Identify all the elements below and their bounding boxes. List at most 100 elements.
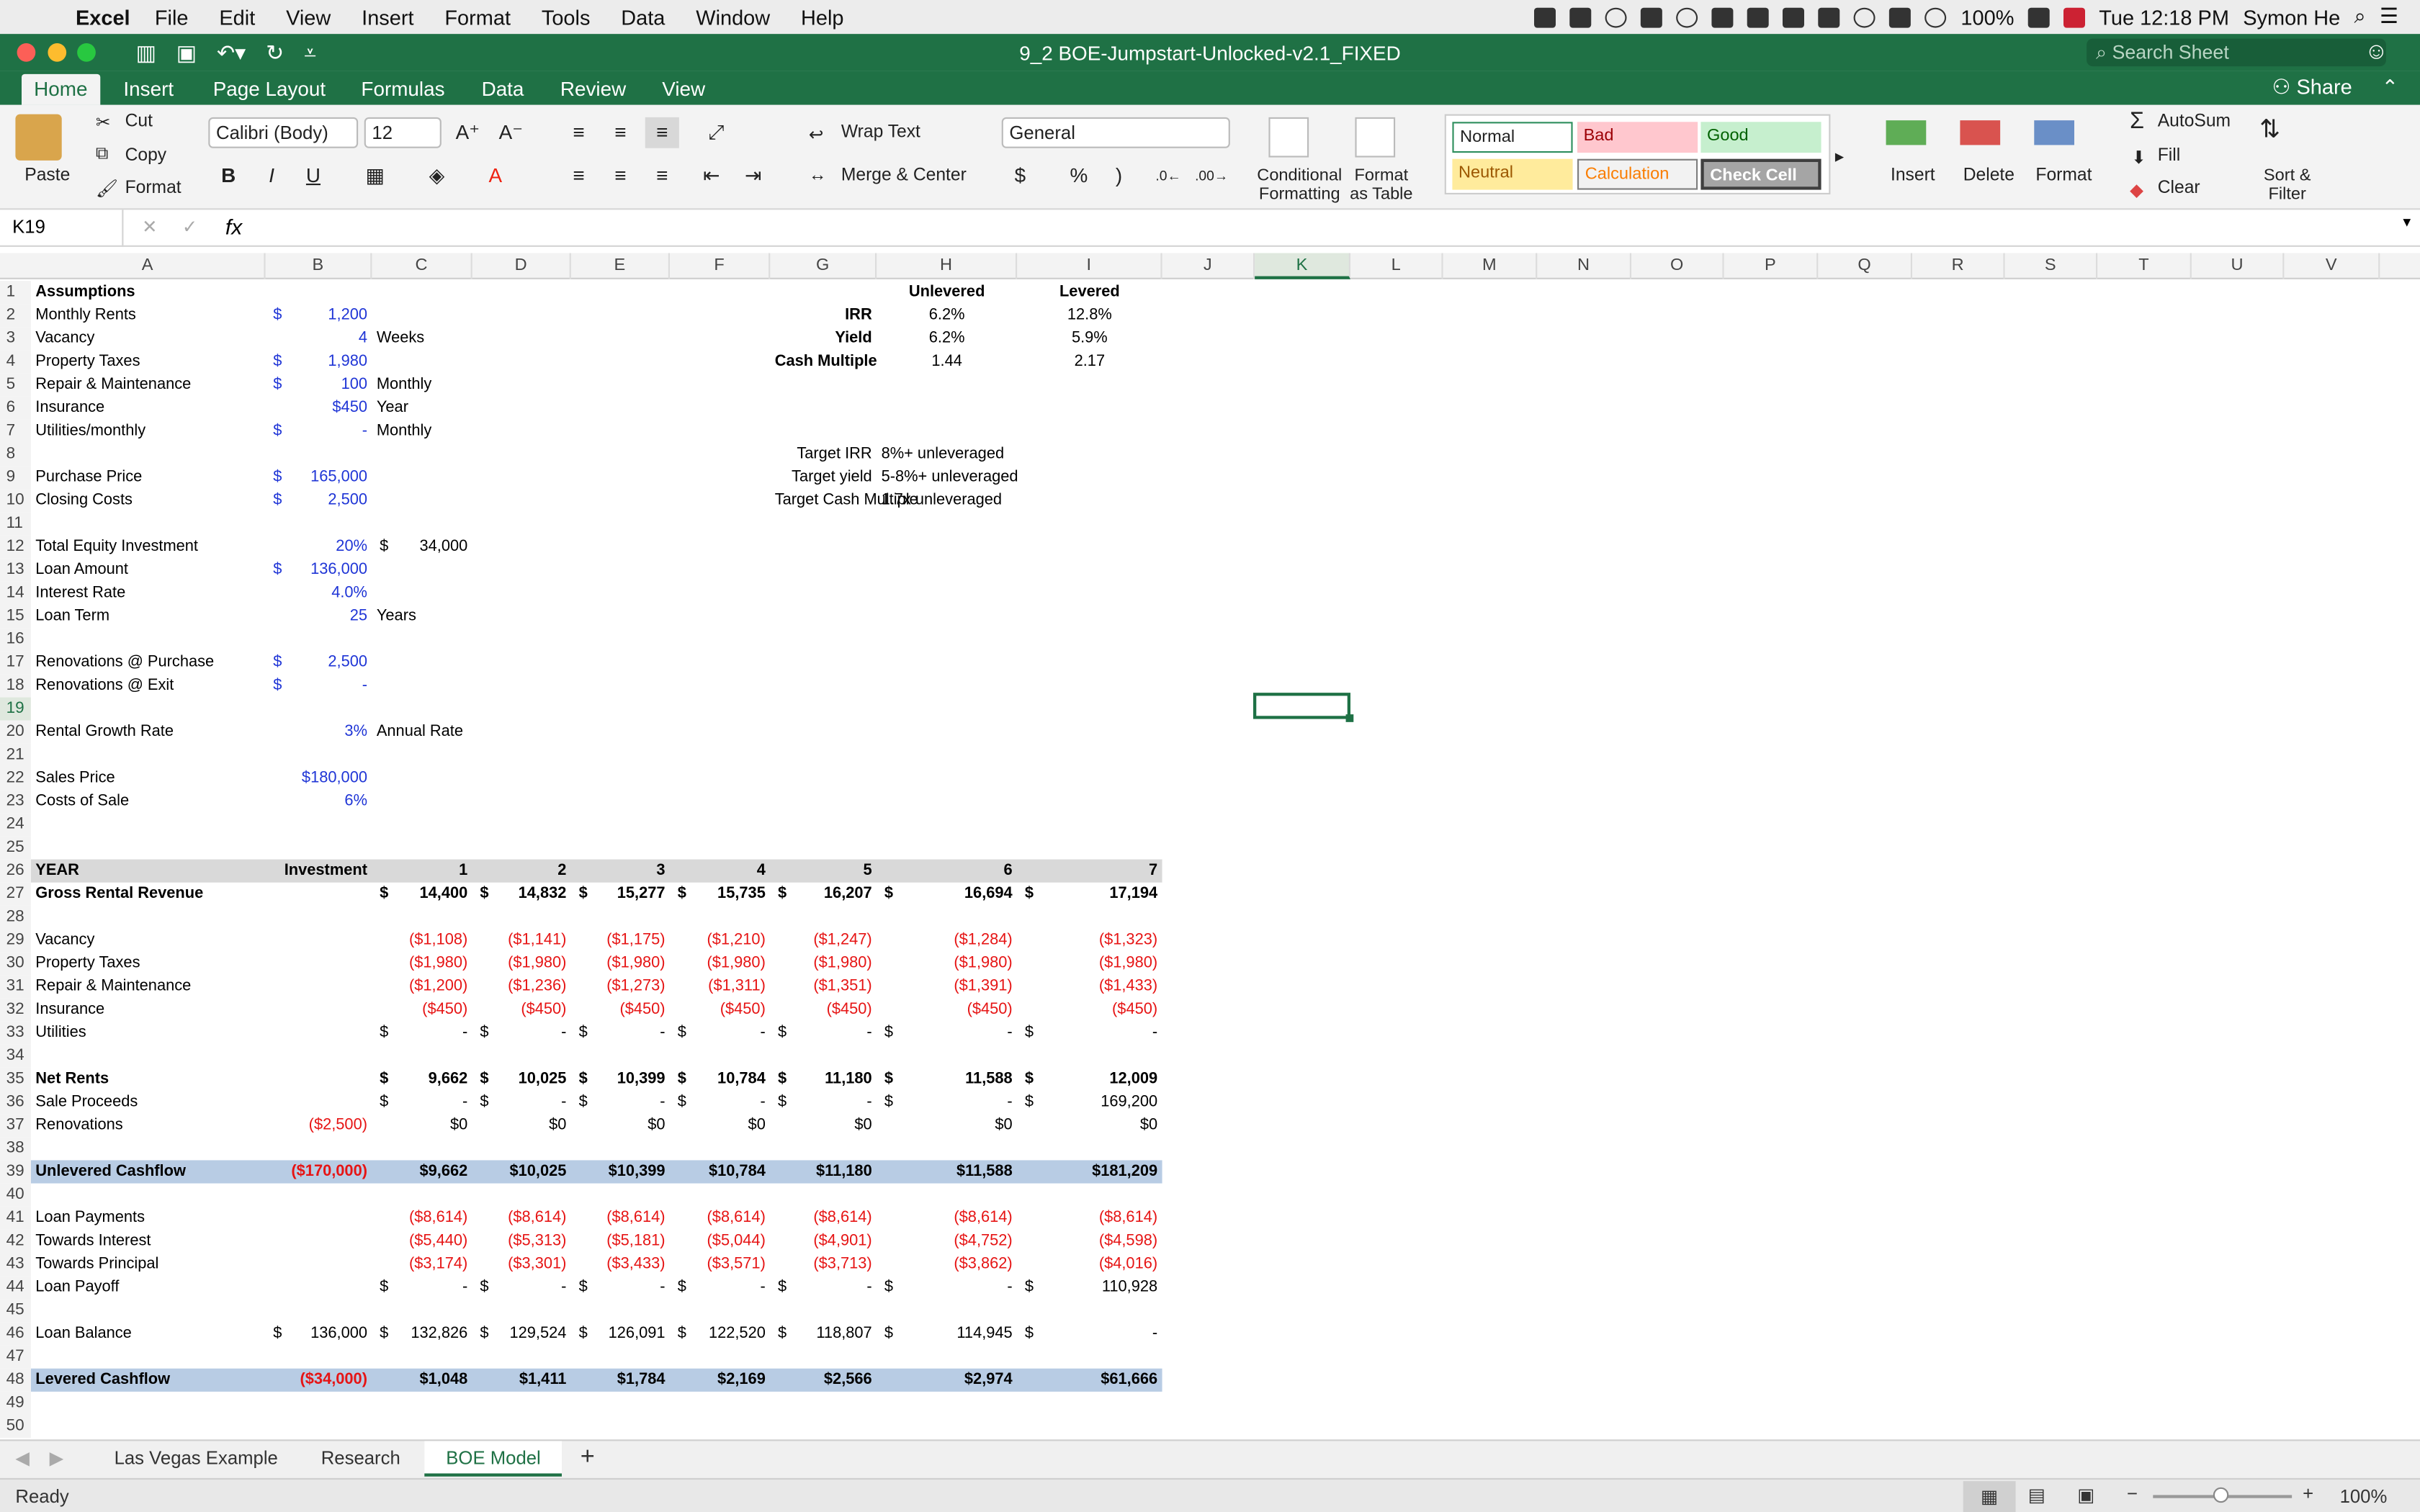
cell-d43[interactable]: ($3,301) <box>477 1253 566 1276</box>
style-bad[interactable]: Bad <box>1577 122 1698 153</box>
cell-h44[interactable]: $ - <box>882 1276 1013 1299</box>
cell-a23[interactable]: Costs of Sale <box>35 790 261 813</box>
cell-f29[interactable]: ($1,210) <box>674 929 766 952</box>
cell-h26[interactable]: 6 <box>882 860 1013 883</box>
tray-icon[interactable] <box>1641 6 1663 27</box>
cell-b18[interactable]: $ - <box>270 674 367 697</box>
cell-d46[interactable]: $129,524 <box>477 1322 566 1345</box>
orientation-icon[interactable]: ⤢ <box>699 117 733 148</box>
cell-e42[interactable]: ($5,181) <box>575 1230 665 1253</box>
cell-a48[interactable]: Levered Cashflow <box>35 1369 261 1392</box>
cell-b3[interactable]: 4 <box>270 327 367 350</box>
cell-a31[interactable]: Repair & Maintenance <box>35 975 261 998</box>
row-header-18[interactable]: 18 <box>0 674 31 698</box>
cut-button[interactable]: Cut <box>125 112 153 131</box>
cell-a37[interactable]: Renovations <box>35 1114 261 1137</box>
row-header-16[interactable]: 16 <box>0 628 31 652</box>
decrease-indent-icon[interactable]: ⇤ <box>694 161 728 192</box>
fill-handle[interactable] <box>1345 714 1354 722</box>
menu-window[interactable]: Window <box>681 6 786 29</box>
cell-g41[interactable]: ($8,614) <box>775 1207 871 1230</box>
cell-h3[interactable]: 6.2% <box>882 327 1013 350</box>
column-header-n[interactable]: N <box>1537 253 1631 279</box>
italic-button[interactable]: I <box>255 161 289 192</box>
align-right-icon[interactable]: ≡ <box>645 161 679 192</box>
row-header-49[interactable]: 49 <box>0 1391 31 1415</box>
row-header-50[interactable]: 50 <box>0 1414 31 1439</box>
cell-b4[interactable]: $1,980 <box>270 350 367 373</box>
worksheet-grid[interactable]: ABCDEFGHIJKLMNOPQRSTUV 1 Assumptions Unlev… <box>0 253 2420 1440</box>
column-header-q[interactable]: Q <box>1818 253 1912 279</box>
row-header-23[interactable]: 23 <box>0 790 31 814</box>
row-header-38[interactable]: 38 <box>0 1137 31 1161</box>
style-check-cell[interactable]: Check Cell <box>1700 158 1821 190</box>
cell-a17[interactable]: Renovations @ Purchase <box>35 651 261 674</box>
cell-h33[interactable]: $ - <box>882 1022 1013 1045</box>
decrease-font-icon[interactable]: A⁻ <box>494 117 528 148</box>
column-header-s[interactable]: S <box>2005 253 2098 279</box>
sort-filter-icon[interactable]: ⇅ <box>2259 114 2280 145</box>
cell-g43[interactable]: ($3,713) <box>775 1253 871 1276</box>
column-header-f[interactable]: F <box>670 253 771 279</box>
cell-b17[interactable]: $2,500 <box>270 651 367 674</box>
cell-b10[interactable]: $2,500 <box>270 489 367 512</box>
column-header-h[interactable]: H <box>877 253 1018 279</box>
cell-c48[interactable]: $1,048 <box>377 1369 467 1392</box>
fill-button[interactable]: Fill <box>2158 147 2181 166</box>
cell-b48[interactable]: ($34,000) <box>270 1369 367 1392</box>
increase-decimal-icon[interactable]: .0← <box>1152 161 1186 192</box>
row-header-1[interactable]: 1 <box>0 281 31 305</box>
spotlight-icon[interactable]: ⌕ <box>2354 4 2366 29</box>
cell-c27[interactable]: $14,400 <box>377 883 467 906</box>
copy-button[interactable]: Copy <box>125 147 167 166</box>
copy-icon[interactable]: ⧉ <box>96 145 109 165</box>
column-header-l[interactable]: L <box>1350 253 1443 279</box>
cell-h8[interactable]: 8%+ unleveraged <box>882 443 1013 466</box>
cell-g31[interactable]: ($1,351) <box>775 975 871 998</box>
cell-e43[interactable]: ($3,433) <box>575 1253 665 1276</box>
cell-g4[interactable]: Cash Multiple <box>775 350 877 373</box>
cell-a44[interactable]: Loan Payoff <box>35 1276 261 1299</box>
cell-e27[interactable]: $15,277 <box>575 883 666 906</box>
cell-g35[interactable]: $11,180 <box>775 1068 872 1091</box>
font-color-icon[interactable]: A <box>478 161 512 192</box>
cell-g36[interactable]: $ - <box>775 1091 872 1114</box>
increase-indent-icon[interactable]: ⇥ <box>736 161 770 192</box>
bold-button[interactable]: B <box>212 161 246 192</box>
column-header-g[interactable]: G <box>770 253 877 279</box>
cell-d31[interactable]: ($1,236) <box>477 975 566 998</box>
cell-d33[interactable]: $ - <box>477 1022 566 1045</box>
cell-g2[interactable]: IRR <box>775 304 872 327</box>
cell-b46[interactable]: $136,000 <box>270 1322 367 1345</box>
user-name[interactable]: Symon He <box>2243 6 2340 29</box>
row-header-32[interactable]: 32 <box>0 998 31 1022</box>
align-center-icon[interactable]: ≡ <box>604 161 637 192</box>
confirm-entry-icon[interactable]: ✓ <box>182 216 198 238</box>
clear-button[interactable]: Clear <box>2158 179 2200 198</box>
cell-g32[interactable]: ($450) <box>775 998 872 1021</box>
cell-e46[interactable]: $126,091 <box>575 1322 666 1345</box>
cell-e36[interactable]: $ - <box>575 1091 666 1114</box>
feedback-smiley-icon[interactable]: ☺ <box>2365 39 2388 65</box>
cell-d37[interactable]: $0 <box>477 1114 566 1137</box>
cell-d32[interactable]: ($450) <box>477 998 566 1021</box>
sheet-tab-boe-model[interactable]: BOE Model <box>424 1441 563 1477</box>
tab-insert[interactable]: Insert <box>123 77 174 100</box>
app-name[interactable]: Excel <box>76 6 130 29</box>
status-circle-icon[interactable] <box>1605 6 1628 27</box>
row-header-47[interactable]: 47 <box>0 1345 31 1369</box>
cell-a10[interactable]: Closing Costs <box>35 489 261 512</box>
cell-a32[interactable]: Insurance <box>35 998 261 1021</box>
cell-f48[interactable]: $2,169 <box>674 1369 766 1392</box>
row-header-14[interactable]: 14 <box>0 581 31 605</box>
cell-a18[interactable]: Renovations @ Exit <box>35 674 261 697</box>
cell-d44[interactable]: $ - <box>477 1276 566 1299</box>
cell-g30[interactable]: ($1,980) <box>775 952 871 975</box>
cell-a2[interactable]: Monthly Rents <box>35 304 261 327</box>
row-header-22[interactable]: 22 <box>0 767 31 791</box>
column-header-t[interactable]: T <box>2097 253 2192 279</box>
column-header-u[interactable]: U <box>2192 253 2285 279</box>
cell-e33[interactable]: $ - <box>575 1022 666 1045</box>
align-bottom-icon[interactable]: ≡ <box>645 117 679 148</box>
row-header-11[interactable]: 11 <box>0 512 31 536</box>
